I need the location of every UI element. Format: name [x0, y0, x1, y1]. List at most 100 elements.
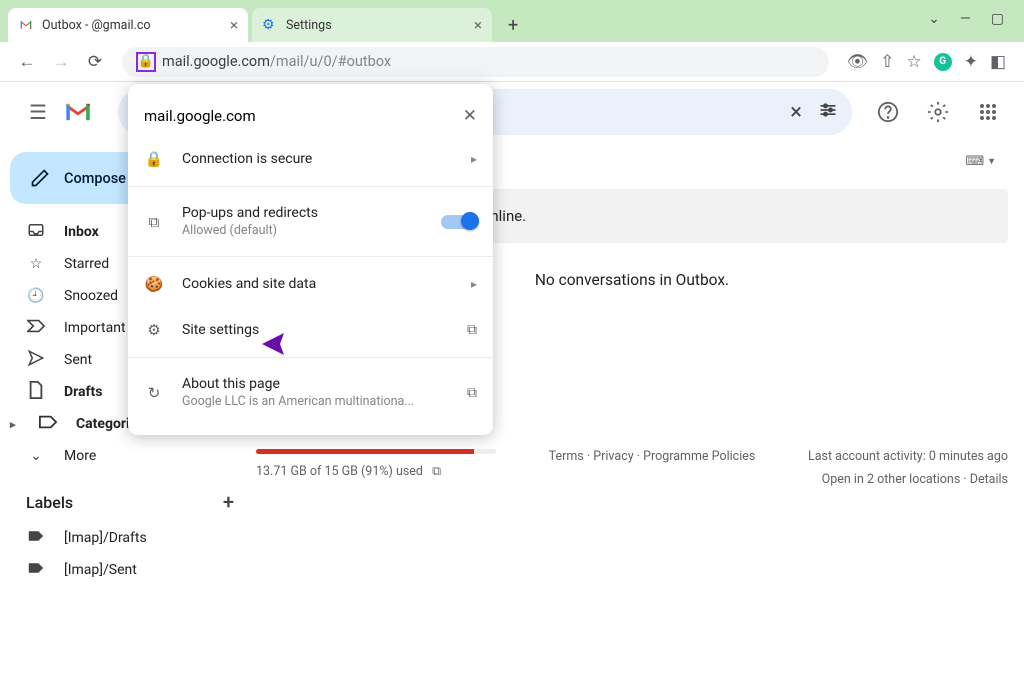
storage-bar: [256, 449, 496, 454]
sidebar-item-label: Snoozed: [64, 288, 118, 304]
site-info-lock-icon[interactable]: 🔒: [136, 52, 156, 72]
add-label-icon[interactable]: +: [223, 490, 234, 514]
secure-label: Connection is secure: [182, 151, 312, 167]
sidebar-item-label: Starred: [64, 256, 109, 272]
settings-gear-icon[interactable]: [918, 92, 958, 132]
new-tab-button[interactable]: +: [496, 9, 530, 42]
gmail-favicon-icon: [18, 17, 34, 33]
storage-text: 13.71 GB of 15 GB (91%) used: [256, 464, 423, 479]
popups-toggle[interactable]: [441, 215, 477, 229]
browser-tab-inactive[interactable]: ⚙ Settings ×: [252, 8, 492, 42]
sidepanel-icon[interactable]: ◧: [990, 52, 1006, 72]
support-icon[interactable]: [868, 92, 908, 132]
tab-title: Settings: [286, 18, 468, 33]
eye-icon[interactable]: 👁: [847, 52, 869, 72]
popups-row[interactable]: ⧉ Pop-ups and redirects Allowed (default…: [128, 191, 493, 252]
sidebar-item-label: More: [64, 448, 96, 464]
window-controls: ⌄ — ▢: [928, 4, 1016, 42]
label-icon: [26, 561, 46, 579]
maximize-icon[interactable]: ▢: [991, 11, 1004, 27]
sidebar-label-item[interactable]: [Imap]/Drafts: [0, 522, 256, 554]
popups-sublabel: Allowed (default): [182, 223, 318, 238]
popup-icon: ⧉: [144, 213, 164, 231]
close-popover-icon[interactable]: ✕: [463, 106, 477, 126]
gear-icon: ⚙: [144, 321, 164, 339]
connection-secure-row[interactable]: 🔒 Connection is secure ▸: [128, 136, 493, 182]
label-icon: [26, 529, 46, 547]
storage-fill: [256, 449, 474, 454]
storage-indicator: 13.71 GB of 15 GB (91%) used ⧉: [256, 449, 496, 487]
share-icon[interactable]: ⇧: [880, 52, 894, 72]
chevron-down-icon: ⌄: [26, 448, 46, 464]
clear-search-icon[interactable]: ×: [790, 100, 802, 125]
compose-label: Compose: [64, 170, 126, 187]
browser-tab-active[interactable]: Outbox - @gmail.co ×: [8, 8, 248, 42]
popover-title: mail.google.com: [144, 107, 256, 125]
apps-grid-icon[interactable]: [968, 92, 1008, 132]
gmail-footer: 13.71 GB of 15 GB (91%) used ⧉ Terms · P…: [256, 449, 1008, 487]
browser-tab-strip: Outbox - @gmail.co × ⚙ Settings × + ⌄ — …: [0, 0, 1024, 42]
sidebar-item-label: Sent: [64, 352, 92, 368]
open-external-icon: ⧉: [467, 322, 477, 338]
categories-icon: [38, 415, 58, 433]
header-icons: [868, 92, 1008, 132]
annotation-arrow-icon: [258, 329, 448, 359]
tab-close-icon[interactable]: ×: [230, 16, 238, 34]
label-text: [Imap]/Drafts: [64, 530, 147, 546]
open-external-icon[interactable]: ⧉: [432, 464, 441, 479]
about-page-row[interactable]: ↻ About this page Google LLC is an Ameri…: [128, 362, 493, 423]
info-refresh-icon: ↻: [144, 384, 164, 402]
cookies-label: Cookies and site data: [182, 276, 316, 292]
separator: [128, 186, 493, 187]
toolbar-actions: 👁 ⇧ ☆ G ✦ ◧: [839, 52, 1014, 72]
open-external-icon: ⧉: [467, 385, 477, 401]
gmail-logo-icon: [64, 101, 92, 123]
reload-button[interactable]: ⟳: [78, 45, 112, 79]
open-locations-link[interactable]: Open in 2 other locations · Details: [808, 472, 1008, 487]
last-activity-text: Last account activity: 0 minutes ago: [808, 449, 1008, 464]
chevron-down-icon[interactable]: ⌄: [928, 11, 940, 27]
sidebar-item-more[interactable]: ⌄ More: [0, 440, 256, 472]
search-options-icon[interactable]: [818, 100, 838, 125]
tab-close-icon[interactable]: ×: [474, 16, 482, 34]
bookmark-star-icon[interactable]: ☆: [906, 52, 921, 72]
draft-icon: [26, 381, 46, 403]
labels-title: Labels: [26, 493, 73, 512]
clock-icon: 🕘: [26, 288, 46, 304]
site-info-popover: mail.google.com ✕ 🔒 Connection is secure…: [128, 84, 493, 435]
labels-header: Labels +: [0, 472, 256, 522]
expand-caret-icon: ▸: [10, 418, 20, 431]
address-bar[interactable]: 🔒 mail.google.com/mail/u/0/#outbox: [122, 47, 829, 77]
sidebar-item-label: Inbox: [64, 224, 99, 240]
minimize-icon[interactable]: —: [960, 11, 971, 27]
sidebar-item-label: Drafts: [64, 384, 102, 400]
footer-links[interactable]: Terms · Privacy · Programme Policies: [526, 449, 778, 487]
grammarly-extension-icon[interactable]: G: [934, 53, 952, 71]
chevron-right-icon: ▸: [471, 277, 477, 291]
label-text: [Imap]/Sent: [64, 562, 137, 578]
star-icon: ☆: [26, 256, 46, 272]
settings-favicon-icon: ⚙: [262, 17, 278, 33]
cookies-row[interactable]: 🍪 Cookies and site data ▸: [128, 261, 493, 307]
sidebar-item-label: Important: [64, 320, 126, 336]
send-icon: [26, 349, 46, 371]
keyboard-icon: ⌨: [965, 154, 984, 169]
main-menu-icon[interactable]: ☰: [16, 90, 60, 134]
url-host: mail.google.com: [162, 53, 270, 70]
extensions-puzzle-icon[interactable]: ✦: [964, 52, 978, 72]
gmail-logo[interactable]: [64, 101, 92, 123]
footer-activity: Last account activity: 0 minutes ago Ope…: [808, 449, 1008, 487]
separator: [128, 256, 493, 257]
browser-toolbar: ← → ⟳ 🔒 mail.google.com/mail/u/0/#outbox…: [0, 42, 1024, 82]
tab-title: Outbox - @gmail.co: [42, 18, 224, 33]
site-settings-label: Site settings: [182, 322, 259, 338]
cookie-icon: 🍪: [144, 275, 164, 293]
back-button[interactable]: ←: [10, 45, 44, 79]
popover-header: mail.google.com ✕: [128, 96, 493, 136]
sidebar-label-item[interactable]: [Imap]/Sent: [0, 554, 256, 586]
chevron-right-icon: ▸: [471, 152, 477, 166]
forward-button[interactable]: →: [44, 45, 78, 79]
input-tools-toggle[interactable]: ⌨ ▼: [965, 154, 996, 169]
about-sublabel: Google LLC is an American multinationa..…: [182, 394, 414, 409]
footer-links-text: Terms · Privacy · Programme Policies: [549, 449, 756, 464]
